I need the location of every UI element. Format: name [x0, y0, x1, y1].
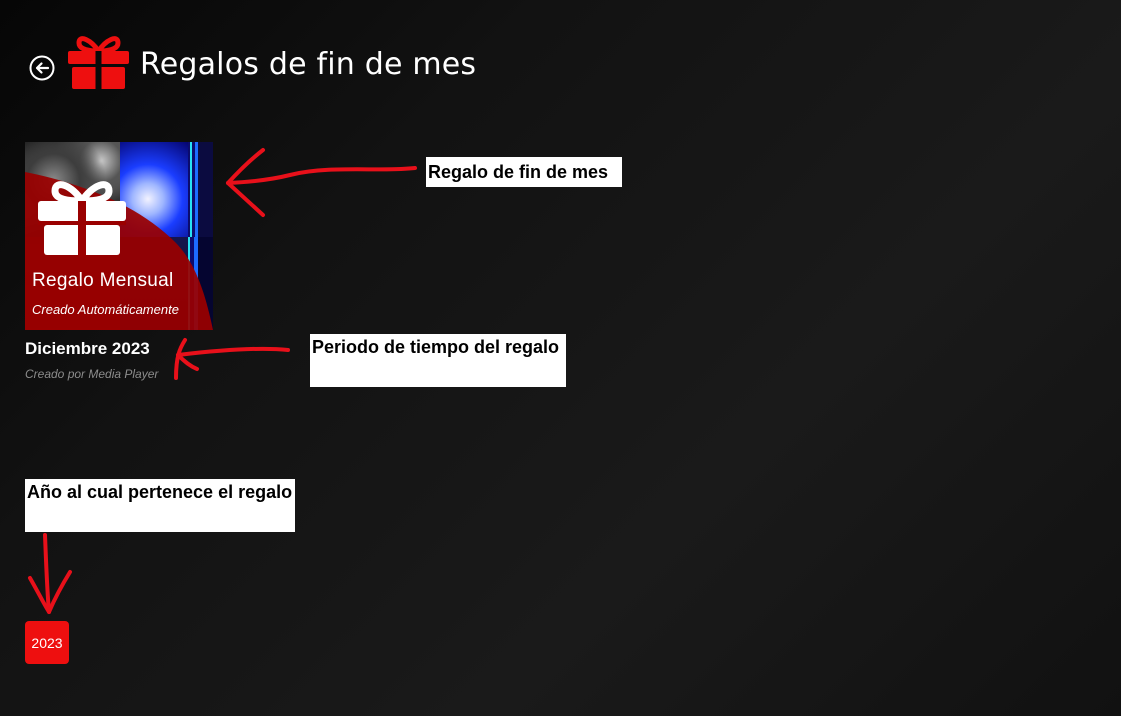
annotation-period: Periodo de tiempo del regalo — [310, 334, 566, 387]
gift-period[interactable]: Diciembre 2023 — [25, 339, 150, 359]
gift-icon — [38, 181, 126, 257]
gift-card[interactable]: Regalo Mensual Creado Automáticamente — [25, 142, 213, 330]
arrow-year — [43, 533, 51, 614]
arrow-period — [176, 346, 290, 357]
year-filter-button[interactable]: 2023 — [25, 621, 69, 664]
arrow-gift — [226, 166, 417, 185]
annotation-gift: Regalo de fin de mes — [426, 157, 622, 187]
card-subtitle: Creado Automáticamente — [32, 302, 179, 317]
arrowhead-period — [174, 338, 199, 380]
arrowhead-gift — [226, 148, 265, 217]
back-arrow-icon[interactable] — [28, 54, 56, 82]
card-title: Regalo Mensual — [32, 270, 174, 291]
arrowhead-year — [28, 570, 72, 614]
annotation-year: Año al cual pertenece el regalo — [25, 479, 295, 532]
gift-icon — [68, 36, 129, 90]
gift-creator: Creado por Media Player — [25, 367, 159, 381]
page-title: Regalos de fin de mes — [140, 47, 477, 82]
